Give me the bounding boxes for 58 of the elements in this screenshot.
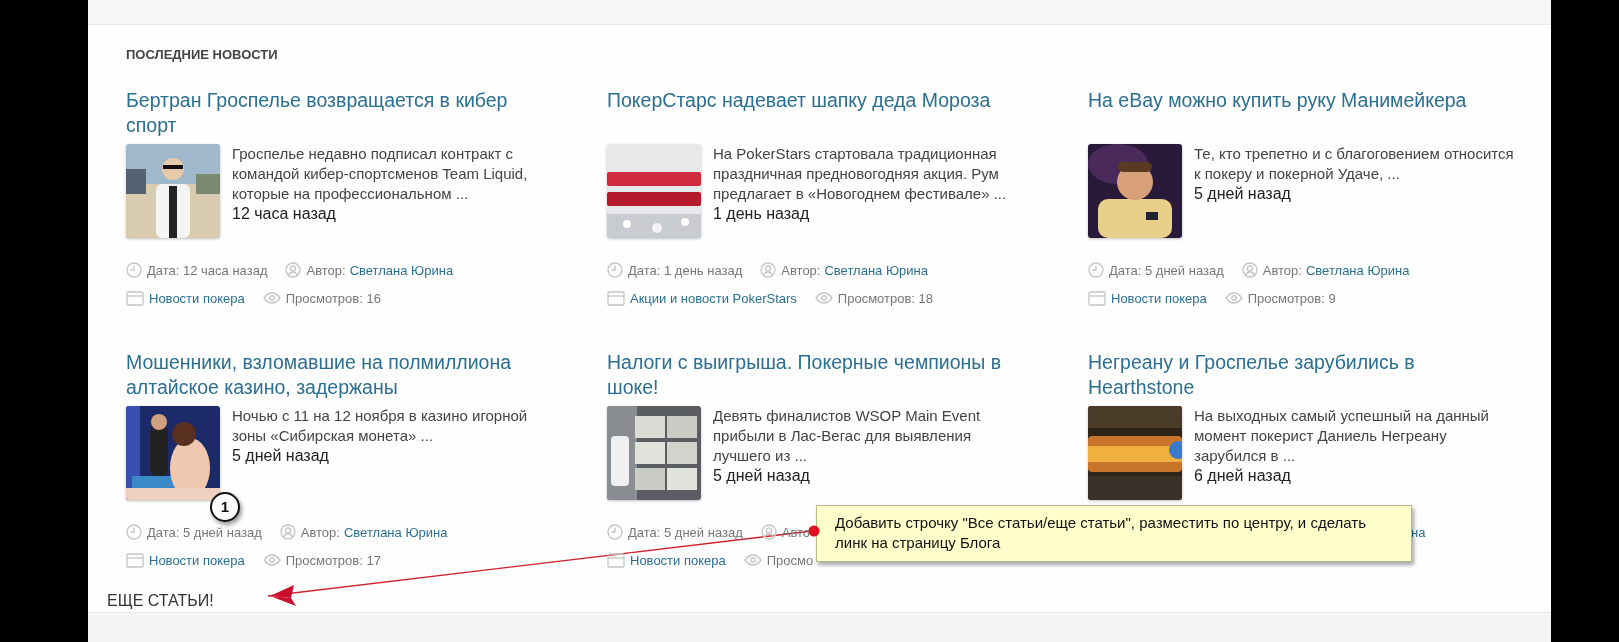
category-link[interactable]: Новости покера	[630, 552, 726, 568]
article-age: 5 дней назад	[1194, 184, 1292, 204]
article-age: 5 дней назад	[713, 466, 811, 486]
views-count: Просмотров: 18	[837, 290, 934, 306]
user-icon	[285, 262, 302, 278]
date-text: Дата: 5 дней назад	[1109, 262, 1224, 278]
views-count: Просмо	[766, 552, 814, 568]
eye-icon	[1224, 292, 1243, 304]
folder-icon	[1088, 290, 1106, 306]
more-articles-link[interactable]: ЕЩЕ СТАТЬИ!	[107, 592, 214, 610]
eye-icon	[814, 292, 833, 304]
user-icon	[279, 524, 296, 540]
folder-icon	[607, 552, 625, 568]
article-age: 6 дней назад	[1194, 466, 1292, 486]
folder-icon	[607, 290, 625, 306]
clock-icon	[126, 262, 142, 278]
article-age: 5 дней назад	[232, 446, 330, 466]
article-excerpt: На выходных самый успешный на данный момент покерист Даниель Негреану зарубился в ...	[1194, 406, 1490, 466]
user-icon	[760, 262, 777, 278]
author-label: Автор:	[300, 524, 340, 540]
folder-icon	[126, 290, 144, 306]
article-age: 12 часа назад	[232, 204, 337, 224]
user-icon	[1241, 262, 1258, 278]
author-label: Автор:	[1262, 262, 1302, 278]
article-title-link[interactable]: ПокерСтарс надевает шапку деда Мороза	[607, 88, 1027, 138]
article-excerpt: Ночью с 11 на 12 ноября в казино игорной зоны «Сибирская монета» ...	[232, 406, 529, 446]
views-count: Просмотров: 9	[1247, 290, 1336, 306]
eye-icon	[262, 292, 281, 304]
clock-icon	[607, 262, 623, 278]
author-label: Автор:	[781, 262, 821, 278]
anchor-dot	[808, 525, 820, 537]
eye-icon	[262, 554, 281, 566]
folder-icon	[126, 552, 144, 568]
article-title-link[interactable]: Налоги с выигрыша. Покерные чемпионы в шоке!	[607, 350, 1027, 400]
annotation-note: Добавить строчку "Все статьи/еще статьи", разместить по центру, и сделать линк на страницу Блога	[816, 505, 1412, 562]
user-icon	[760, 524, 777, 540]
views-count: Просмотров: 17	[285, 552, 381, 568]
clock-icon	[607, 524, 623, 540]
date-text: Дата: 12 часа назад	[147, 262, 268, 278]
clock-icon	[126, 524, 142, 540]
article-title-link[interactable]: Бертран Гроспелье возвращается в кибер спорт	[126, 88, 546, 138]
article-excerpt: На PokerStars стартовала традиционная праздничная предновогодняя акция. Рум предлагает в «Новогоднем фестивале» ...	[713, 144, 1008, 204]
article-title-link[interactable]: Мошенники, взломавшие на полмиллиона алтайское казино, задержаны	[126, 350, 546, 400]
article-excerpt: Гроспелье недавно подписал контракт с командой кибер-спортсменов Team Liquid, которые на профессиональном ...	[232, 144, 529, 204]
article-title-link[interactable]: На eBay можно купить руку Манимейкера	[1088, 88, 1508, 138]
article-age: 1 день назад	[713, 204, 811, 224]
author-label: Автор:	[306, 262, 346, 278]
views-count: Просмотров: 16	[285, 290, 381, 306]
date-text: Дата: 5 дней назад	[628, 524, 743, 540]
eye-icon	[743, 554, 762, 566]
section-title: ПОСЛЕДНИЕ НОВОСТИ	[126, 47, 279, 63]
clock-icon	[1088, 262, 1104, 278]
step-badge: 1	[210, 492, 240, 522]
date-text: Дата: 5 дней назад	[147, 524, 262, 540]
article-title-link[interactable]: Негреану и Гроспелье зарубились в Hearthstone	[1088, 350, 1508, 400]
date-text: Дата: 1 день назад	[628, 262, 743, 278]
article-excerpt: Те, кто трепетно и с благоговением относится к покеру и покерной Удаче, ...	[1194, 144, 1515, 184]
article-excerpt: Девять финалистов WSOP Main Event прибыли в Лас-Вегас для выявления лучшего из ...	[713, 406, 982, 466]
